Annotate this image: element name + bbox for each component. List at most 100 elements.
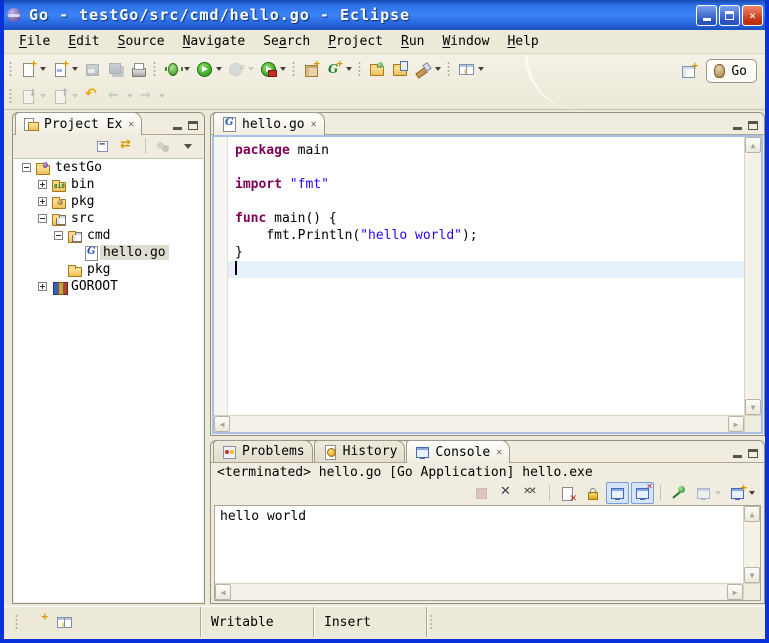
close-view-icon[interactable]: ✕ — [496, 447, 502, 458]
code-area[interactable]: package main import "fmt" func main() { fm… — [228, 137, 744, 415]
menu-window[interactable]: Window — [433, 32, 498, 51]
code-line[interactable] — [228, 261, 744, 278]
open-console-button[interactable] — [726, 482, 758, 504]
remove-launch-button[interactable] — [495, 482, 518, 504]
project-tree[interactable]: testGobinpkgsrccmdhello.gopkgGOROOT — [14, 158, 203, 602]
toolbar-grip[interactable] — [358, 61, 361, 77]
code-line[interactable] — [228, 159, 744, 176]
tree-expander-minus[interactable] — [38, 214, 47, 223]
toolbar-grip[interactable] — [9, 61, 12, 77]
console-output[interactable]: hello world — [215, 506, 743, 583]
tree-expander-plus[interactable] — [38, 282, 47, 291]
tree-item-hello-go[interactable]: hello.go — [14, 244, 203, 261]
search-button[interactable] — [412, 58, 444, 80]
code-line[interactable] — [228, 193, 744, 210]
scroll-up-icon[interactable]: ▲ — [745, 137, 761, 153]
tree-item-testgo[interactable]: testGo — [14, 159, 203, 176]
toolbar-grip[interactable] — [292, 61, 295, 77]
tab-console[interactable]: Console✕ — [406, 440, 510, 463]
menu-source[interactable]: Source — [109, 32, 174, 51]
open-type-button[interactable] — [389, 58, 412, 80]
new-go-element-button[interactable] — [323, 58, 355, 80]
close-editor-icon[interactable]: ✕ — [311, 119, 317, 130]
tree-item-src[interactable]: src — [14, 210, 203, 227]
code-line[interactable]: } — [228, 244, 744, 261]
menu-file[interactable]: File — [10, 32, 59, 51]
collapse-all-button[interactable] — [91, 135, 114, 157]
remove-all-terminated-button[interactable] — [520, 482, 543, 504]
toolbar-grip[interactable] — [9, 88, 12, 104]
show-stderr-button[interactable] — [631, 482, 654, 504]
scroll-down-icon[interactable]: ▼ — [744, 567, 760, 583]
minimize-button[interactable] — [696, 5, 717, 26]
tab-hello-go[interactable]: hello.go ✕ — [213, 112, 325, 135]
scroll-right-icon[interactable]: ▶ — [727, 584, 743, 600]
scroll-right-icon[interactable]: ▶ — [728, 416, 744, 432]
tree-expander-minus[interactable] — [22, 163, 31, 172]
toggle-annotations-button[interactable] — [455, 58, 487, 80]
menu-edit[interactable]: Edit — [59, 32, 108, 51]
console-vertical-scrollbar[interactable]: ▲ ▼ — [743, 506, 760, 583]
dropdown-arrow-icon[interactable] — [280, 67, 286, 71]
menu-search[interactable]: Search — [254, 32, 319, 51]
code-line[interactable]: import "fmt" — [228, 176, 744, 193]
maximize-button[interactable] — [719, 5, 740, 26]
toolbar-grip[interactable] — [153, 61, 156, 77]
dropdown-arrow-icon[interactable] — [40, 94, 46, 98]
scroll-left-icon[interactable]: ◀ — [214, 416, 230, 432]
tree-expander-plus[interactable] — [38, 180, 47, 189]
dropdown-arrow-icon[interactable] — [715, 491, 721, 495]
code-line[interactable]: func main() { — [228, 210, 744, 227]
dropdown-arrow-icon[interactable] — [346, 67, 352, 71]
perspective-go-button[interactable]: Go — [706, 59, 757, 83]
scroll-left-icon[interactable]: ◀ — [215, 584, 231, 600]
show-stdout-button[interactable] — [606, 482, 629, 504]
dropdown-arrow-icon[interactable] — [72, 67, 78, 71]
dropdown-arrow-icon[interactable] — [749, 491, 755, 495]
dropdown-arrow-icon[interactable] — [248, 67, 254, 71]
debug-button[interactable] — [161, 58, 193, 80]
toolbar-grip[interactable] — [447, 61, 450, 77]
tree-expander-plus[interactable] — [38, 197, 47, 206]
restore-views-icon[interactable] — [56, 614, 73, 630]
dropdown-arrow-icon[interactable] — [72, 94, 78, 98]
maximize-view-icon[interactable] — [748, 449, 758, 458]
maximize-editor-icon[interactable] — [748, 121, 758, 130]
new-wizard-button[interactable] — [17, 58, 49, 80]
dropdown-arrow-icon[interactable] — [127, 94, 133, 98]
tab-problems[interactable]: Problems — [213, 440, 313, 462]
clear-console-button[interactable] — [556, 482, 579, 504]
pin-console-button[interactable] — [667, 482, 690, 504]
scroll-up-icon[interactable]: ▲ — [744, 506, 760, 522]
view-menu-button[interactable] — [177, 135, 200, 157]
scroll-down-icon[interactable]: ▼ — [745, 399, 761, 415]
dropdown-arrow-icon[interactable] — [478, 67, 484, 71]
new-go-file-button[interactable] — [49, 58, 81, 80]
run-external-tools-button[interactable] — [257, 58, 289, 80]
tree-item-bin[interactable]: bin — [14, 176, 203, 193]
dropdown-arrow-icon[interactable] — [216, 67, 222, 71]
run-button[interactable] — [193, 58, 225, 80]
dropdown-arrow-icon[interactable] — [184, 67, 190, 71]
menu-help[interactable]: Help — [498, 32, 547, 51]
print-button[interactable] — [127, 58, 150, 80]
tree-item-goroot[interactable]: GOROOT — [14, 278, 203, 295]
dropdown-arrow-icon[interactable] — [435, 67, 441, 71]
tree-item-pkg[interactable]: pkg — [14, 193, 203, 210]
minimize-editor-icon[interactable] — [733, 127, 742, 130]
menu-project[interactable]: Project — [319, 32, 392, 51]
scroll-lock-button[interactable] — [581, 482, 604, 504]
menu-navigate[interactable]: Navigate — [174, 32, 255, 51]
dropdown-arrow-icon[interactable] — [40, 67, 46, 71]
tab-project-explorer[interactable]: Project Ex ✕ — [15, 112, 142, 135]
code-line[interactable]: fmt.Println("hello world"); — [228, 227, 744, 244]
tree-item-pkg[interactable]: pkg — [14, 261, 203, 278]
minimize-view-icon[interactable] — [173, 127, 182, 130]
last-edit-location-button[interactable] — [81, 85, 104, 107]
editor-vertical-scrollbar[interactable]: ▲ ▼ — [744, 137, 761, 415]
tab-history[interactable]: History — [314, 440, 406, 462]
code-line[interactable]: package main — [228, 142, 744, 159]
tree-item-cmd[interactable]: cmd — [14, 227, 203, 244]
link-with-editor-button[interactable] — [116, 135, 139, 157]
tree-expander-minus[interactable] — [54, 231, 63, 240]
